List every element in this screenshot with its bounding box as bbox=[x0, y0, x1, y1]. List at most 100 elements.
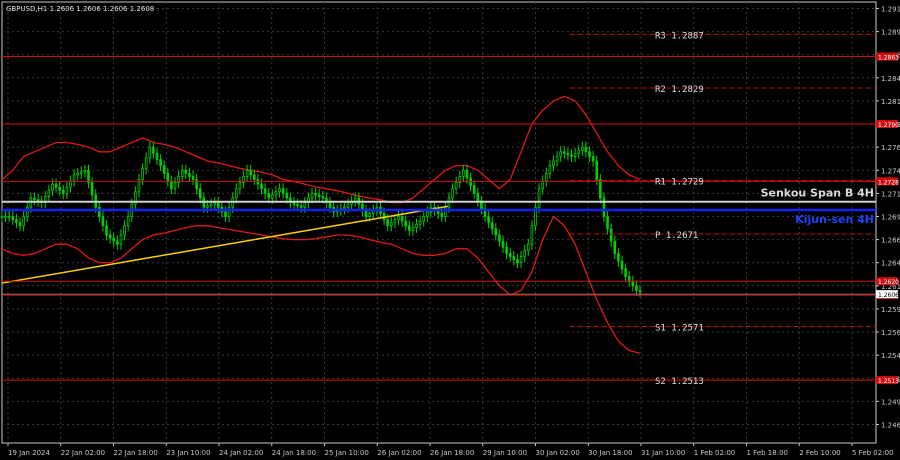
y-tick-label: 1.2465 bbox=[881, 422, 900, 430]
candle-body bbox=[444, 206, 447, 217]
candle-body bbox=[234, 188, 238, 199]
y-tick-label: 1.2740 bbox=[881, 167, 900, 175]
candle-body bbox=[314, 192, 317, 196]
candle-body bbox=[627, 276, 631, 282]
candle-body bbox=[462, 169, 465, 177]
candle-body bbox=[162, 165, 166, 174]
candle-body bbox=[487, 216, 490, 224]
candle-body bbox=[415, 223, 418, 228]
candle-body bbox=[83, 169, 87, 173]
x-tick-label: 24 Jan 18:00 bbox=[272, 449, 316, 457]
candle-body bbox=[451, 188, 454, 199]
level-tag-label: 1.2790 bbox=[878, 122, 899, 129]
candle-body bbox=[635, 285, 638, 291]
candle-body bbox=[505, 246, 508, 254]
candle-body bbox=[65, 186, 69, 194]
candle-body bbox=[267, 192, 271, 199]
candle-body bbox=[126, 216, 130, 227]
candle-body bbox=[188, 172, 191, 177]
candle-body bbox=[11, 216, 15, 220]
candle-body bbox=[216, 202, 220, 208]
candle-body bbox=[573, 152, 577, 157]
candle-body bbox=[570, 154, 573, 157]
candle-body bbox=[159, 159, 162, 167]
candle-body bbox=[184, 169, 188, 174]
x-tick-label: 2 Feb 10:00 bbox=[799, 449, 840, 457]
candle-body bbox=[498, 234, 501, 242]
candle-body bbox=[112, 237, 116, 242]
candle-body bbox=[274, 191, 278, 196]
pivot-label: R1 1.2729 bbox=[655, 177, 704, 187]
candle-body bbox=[249, 169, 253, 176]
candle-body bbox=[238, 182, 242, 190]
senkou-span-b-label: Senkou Span B 4H bbox=[761, 187, 874, 200]
candle-body bbox=[631, 280, 635, 287]
x-tick-label: 23 Jan 10:00 bbox=[166, 449, 210, 457]
candle-body bbox=[263, 188, 267, 194]
y-tick-label: 1.2915 bbox=[881, 5, 900, 13]
candle-body bbox=[213, 202, 216, 205]
candle-body bbox=[61, 189, 65, 194]
candle-body bbox=[278, 188, 281, 193]
candle-body bbox=[577, 149, 581, 154]
candle-body bbox=[440, 213, 444, 217]
candle-body bbox=[54, 183, 58, 188]
candle-body bbox=[620, 260, 624, 270]
candle-body bbox=[519, 256, 523, 264]
candle-body bbox=[148, 146, 152, 159]
candle-body bbox=[69, 180, 72, 188]
candle-body bbox=[606, 216, 609, 230]
candle-body bbox=[22, 216, 25, 227]
candle-body bbox=[198, 188, 202, 199]
candle-body bbox=[116, 240, 119, 245]
candle-body bbox=[552, 160, 555, 167]
candle-body bbox=[526, 243, 530, 251]
candle-body bbox=[303, 202, 307, 208]
candle-body bbox=[397, 216, 400, 220]
candle-body bbox=[119, 234, 123, 245]
plot-frame bbox=[1, 1, 877, 444]
level-tag-label: 1.2728 bbox=[878, 179, 899, 186]
candle-body bbox=[18, 222, 22, 227]
candle-body bbox=[638, 290, 642, 293]
candle-body bbox=[123, 225, 126, 236]
price-chart[interactable]: 19 Jan 2024 22 Jan 02:00 22 Jan 18:00 23 Ja… bbox=[0, 0, 900, 460]
candle-body bbox=[508, 253, 512, 257]
candle-body bbox=[588, 151, 591, 157]
candle-body bbox=[613, 240, 617, 254]
candle-body bbox=[7, 216, 11, 218]
candle-body bbox=[76, 172, 79, 176]
candle-body bbox=[544, 172, 548, 182]
x-tick-label: 30 Jan 02:00 bbox=[536, 449, 580, 457]
candle-body bbox=[101, 216, 105, 227]
candle-body bbox=[386, 219, 389, 227]
candle-body bbox=[494, 228, 498, 236]
pivot-label: P 1.2671 bbox=[655, 231, 698, 241]
candle-body bbox=[454, 182, 458, 190]
pivot-label: S2 1.2513 bbox=[655, 377, 704, 387]
candle-body bbox=[343, 206, 346, 210]
x-tick-label: 1 Feb 02:00 bbox=[694, 449, 735, 457]
candle-body bbox=[209, 203, 213, 207]
candle-body bbox=[25, 206, 29, 217]
candle-body bbox=[260, 183, 263, 190]
x-tick-label: 5 Feb 02:00 bbox=[852, 449, 893, 457]
candle-body bbox=[98, 206, 101, 217]
chart-canvas[interactable]: 19 Jan 2024 22 Jan 02:00 22 Jan 18:00 23 Ja… bbox=[0, 0, 900, 460]
candle-body bbox=[253, 174, 256, 180]
candle-body bbox=[353, 197, 357, 202]
candle-body bbox=[180, 169, 184, 177]
candle-body bbox=[58, 186, 61, 191]
candle-body bbox=[0, 216, 4, 218]
candle-body bbox=[389, 222, 393, 227]
candle-body bbox=[87, 169, 90, 183]
candle-body bbox=[609, 228, 613, 242]
candle-body bbox=[418, 220, 422, 225]
x-tick-label: 29 Jan 10:00 bbox=[483, 449, 527, 457]
candle-body bbox=[79, 171, 83, 174]
y-tick-label: 1.2490 bbox=[881, 398, 900, 406]
candle-body bbox=[555, 155, 559, 162]
candle-body bbox=[144, 157, 148, 170]
candle-body bbox=[368, 213, 371, 217]
candle-body bbox=[4, 216, 7, 218]
